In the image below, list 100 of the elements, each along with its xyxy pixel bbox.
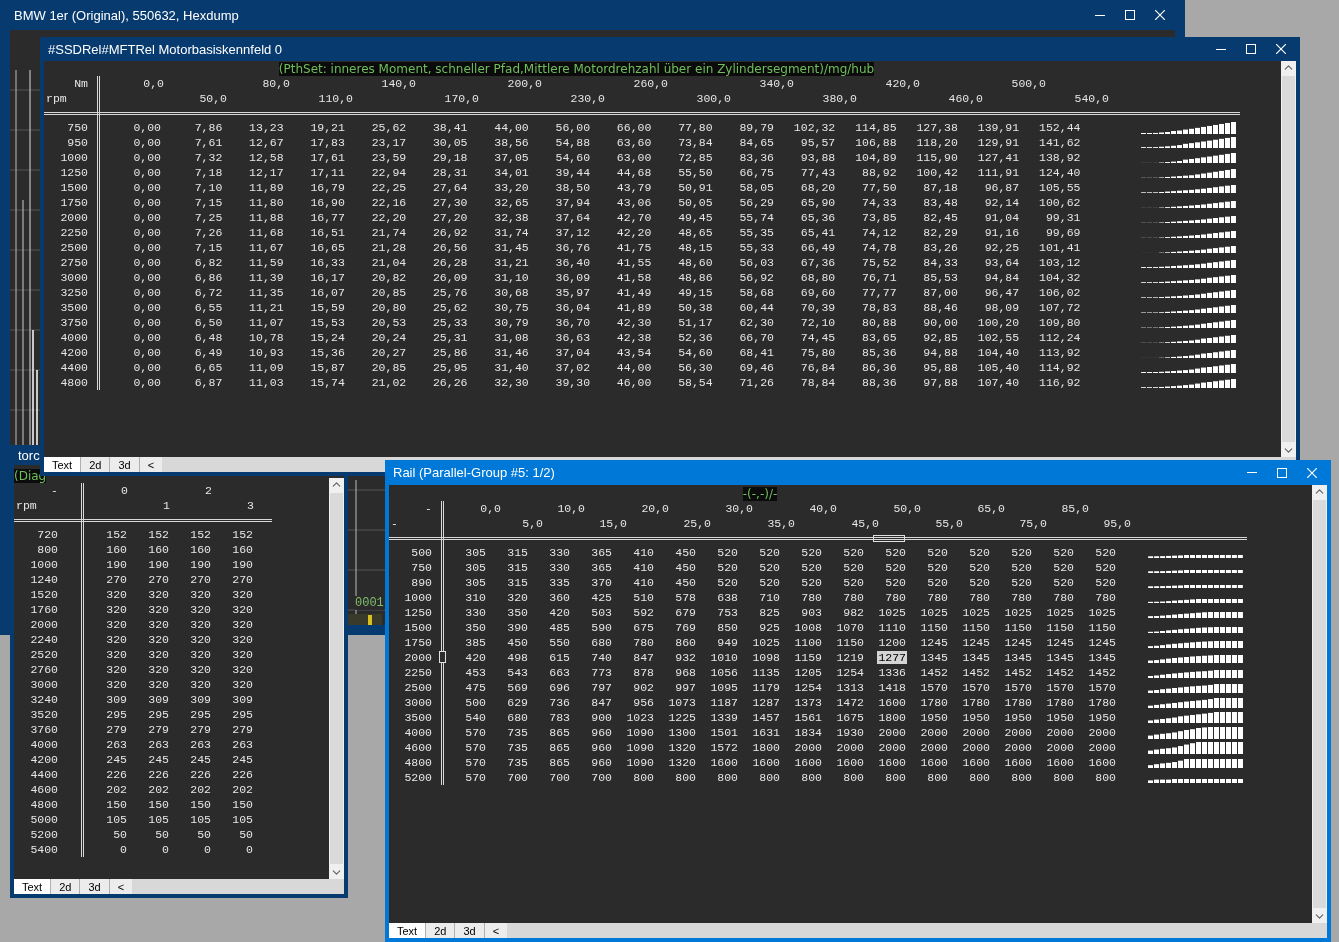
tab[interactable]: 2d — [51, 879, 81, 894]
table-cell: 520 — [758, 546, 781, 559]
table-cell: 66,00 — [615, 121, 653, 134]
table-cell: 330 — [464, 606, 487, 619]
scrollbar-thumb[interactable] — [1313, 500, 1326, 908]
row-header: 2250 — [60, 226, 88, 239]
tab[interactable]: Text — [44, 457, 82, 472]
scrollbar[interactable] — [1281, 61, 1296, 457]
table-cell: 26,56 — [431, 241, 469, 254]
table-cell: 420 — [548, 606, 571, 619]
table-cell: 56,00 — [554, 121, 592, 134]
window-title: BMW 1er (Original), 550632, Hexdump — [14, 7, 240, 23]
table-cell: 570 — [464, 741, 487, 754]
table-cell: 1600 — [1045, 756, 1075, 769]
table-cell: 2000 — [961, 726, 991, 739]
tab[interactable]: Text — [14, 879, 52, 894]
table-cell: 25,76 — [431, 286, 469, 299]
table-cell: 88,92 — [861, 166, 898, 179]
table-cell: 270 — [147, 573, 170, 586]
table-cell: 190 — [105, 558, 128, 571]
table-cell: 70,39 — [799, 301, 837, 314]
table-cell: 88,46 — [922, 301, 959, 314]
tab[interactable]: 3d — [80, 879, 110, 894]
column-header: 110,0 — [318, 92, 353, 105]
table-cell: 1070 — [835, 621, 865, 634]
table-cell: 320 — [147, 663, 170, 676]
table-cell: 115,90 — [915, 151, 959, 164]
table-cell: 2000 — [919, 726, 949, 739]
table-cell: 320 — [231, 588, 254, 601]
row-header: 2000 — [404, 651, 432, 664]
table-cell: 107,72 — [1038, 301, 1082, 314]
table-cell: 49,15 — [677, 286, 714, 299]
table-cell: 104,40 — [976, 346, 1021, 359]
scrollbar-thumb[interactable] — [330, 493, 343, 864]
table-cell: 520 — [968, 561, 991, 574]
table-cell: 139,91 — [976, 121, 1021, 134]
table-cell: 99,31 — [1044, 211, 1082, 224]
tab[interactable]: 3d — [455, 923, 485, 938]
table-cell: 956 — [632, 696, 655, 709]
table-cell: 124,40 — [1038, 166, 1082, 179]
table-cell: 32,65 — [493, 196, 530, 209]
table-cell: 16,33 — [309, 256, 346, 269]
table-cell: 800 — [758, 771, 781, 784]
table-cell: 902 — [632, 681, 655, 694]
table-cell: 56,29 — [738, 196, 775, 209]
table-cell: 1600 — [751, 756, 781, 769]
table-cell: 43,54 — [615, 346, 653, 359]
tab[interactable]: 2d — [426, 923, 456, 938]
row-header: 1750 — [60, 196, 88, 209]
tab[interactable]: 3d — [110, 457, 140, 472]
table-cell: 365 — [590, 546, 613, 559]
table-cell: 93,64 — [983, 256, 1021, 269]
table-cell: 1452 — [961, 666, 991, 679]
table-cell: 320 — [105, 648, 128, 661]
table-cell: 320 — [189, 633, 212, 646]
table-cell: 160 — [231, 543, 254, 556]
table-cell: 50 — [154, 828, 170, 841]
column-header: 200,0 — [507, 77, 542, 90]
scroll-left-button[interactable]: < — [139, 457, 163, 472]
table-cell: 350 — [506, 606, 529, 619]
table-cell: 152 — [147, 528, 170, 541]
scrollbar[interactable] — [329, 478, 344, 879]
table-cell: 1245 — [1045, 636, 1075, 649]
column-header: 300,0 — [696, 92, 731, 105]
table-cell: 320 — [189, 603, 212, 616]
table-cell: 150 — [147, 798, 170, 811]
table-cell: 38,56 — [493, 136, 530, 149]
table-cell: 22,20 — [370, 211, 408, 224]
table-cell: 116,92 — [1038, 376, 1082, 389]
scrollbar[interactable] — [1312, 485, 1327, 923]
table-cell: 320 — [147, 678, 170, 691]
tab[interactable]: Text — [389, 923, 427, 938]
table-cell: 540 — [464, 711, 487, 724]
table-cell: 925 — [758, 621, 781, 634]
table-cell: 320 — [231, 633, 254, 646]
table-cell: 55,74 — [738, 211, 775, 224]
table-cell: 13,23 — [248, 121, 285, 134]
table-cell: 1200 — [877, 636, 907, 649]
table-cell: 1219 — [835, 651, 865, 664]
table-cell: 6,50 — [193, 316, 224, 329]
table-cell: 6,87 — [193, 376, 224, 389]
table-cell: 390 — [506, 621, 529, 634]
window-title: torc — [18, 447, 41, 463]
row-header: 2000 — [60, 211, 88, 224]
scrollbar-thumb[interactable] — [1282, 76, 1295, 442]
table-cell: 700 — [506, 771, 529, 784]
table-cell: 106,02 — [1038, 286, 1082, 299]
table-cell: 1800 — [877, 711, 907, 724]
table-cell: 245 — [147, 753, 170, 766]
table-cell: 279 — [231, 723, 254, 736]
tab[interactable]: 2d — [81, 457, 111, 472]
table-cell: 1600 — [1087, 756, 1117, 769]
row-header: 3000 — [30, 678, 58, 691]
table-cell: 263 — [105, 738, 128, 751]
scroll-left-button[interactable]: < — [484, 923, 508, 938]
table-cell: 780 — [842, 591, 865, 604]
scroll-left-button[interactable]: < — [109, 879, 133, 894]
column-header: 140,0 — [381, 77, 416, 90]
column-header: 95,0 — [1103, 517, 1131, 530]
table-cell: 12,17 — [248, 166, 285, 179]
